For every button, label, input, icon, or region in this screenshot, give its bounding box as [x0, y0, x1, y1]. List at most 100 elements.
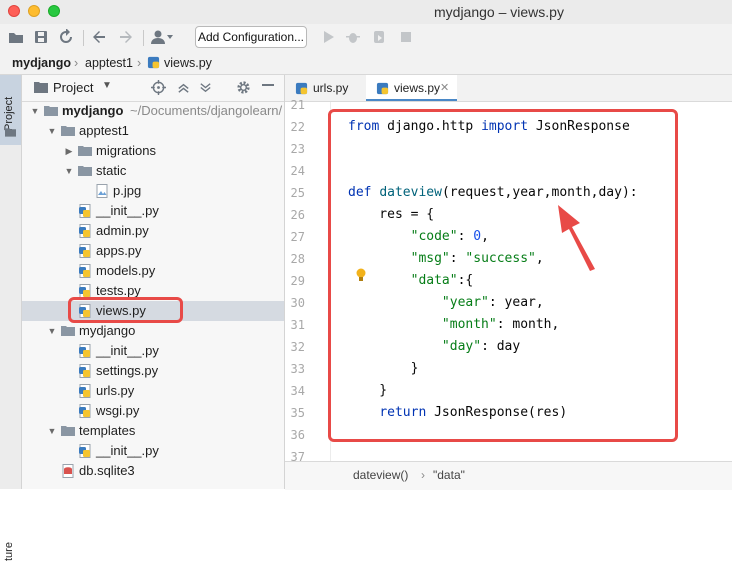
tree-selection-annotation [68, 297, 183, 323]
save-all-icon[interactable] [33, 29, 49, 45]
project-tool-tab[interactable]: Project [0, 75, 21, 145]
tree-item-label: __init__.py [96, 203, 159, 218]
breadcrumb-folder[interactable]: apptest1 [85, 56, 133, 70]
line-number: 21 [290, 98, 305, 112]
chevron-down-icon[interactable]: ▼ [47, 421, 57, 441]
line-number: 24 [290, 164, 305, 178]
annotation-arrow-icon [558, 205, 595, 271]
tree-item-label: mydjango [62, 103, 124, 118]
tree-item[interactable]: admin.py [22, 221, 284, 241]
close-icon[interactable]: ✕ [440, 75, 449, 101]
python-file-icon [79, 204, 91, 218]
toolbar-divider [83, 30, 84, 46]
python-file-icon [79, 364, 91, 378]
python-file-icon [295, 82, 308, 95]
tree-item[interactable]: __init__.py [22, 441, 284, 461]
editor-breadcrumb-bar: dateview() › "data" [285, 461, 732, 490]
toolbar-divider [143, 30, 144, 46]
tree-item-path: ~/Documents/djangolearn/ [130, 103, 283, 118]
tree-item[interactable]: urls.py [22, 381, 284, 401]
chevron-down-icon[interactable]: ▼ [30, 101, 40, 121]
tree-item[interactable]: apps.py [22, 241, 284, 261]
user-vcs-icon[interactable] [150, 29, 174, 45]
tree-item[interactable]: ▼ static [22, 161, 284, 181]
open-folder-icon[interactable] [8, 29, 24, 45]
tree-item[interactable]: ▼ mydjango ~/Documents/djangolearn/ [22, 101, 284, 121]
tree-item-label: migrations [96, 143, 156, 158]
folder-icon [61, 326, 75, 336]
python-file-icon [79, 244, 91, 258]
tree-item[interactable]: db.sqlite3 [22, 461, 284, 481]
folder-icon [61, 426, 75, 436]
tree-item[interactable]: p.jpg [22, 181, 284, 201]
tree-item[interactable]: wsgi.py [22, 401, 284, 421]
line-number: 28 [290, 252, 305, 266]
collapse-all-icon[interactable] [198, 80, 213, 95]
tree-item[interactable]: settings.py [22, 361, 284, 381]
locate-file-icon[interactable] [151, 80, 166, 95]
forward-arrow-icon[interactable] [118, 29, 134, 45]
line-number: 25 [290, 186, 305, 200]
tree-item[interactable]: __init__.py [22, 341, 284, 361]
python-file-icon [79, 224, 91, 238]
tree-item[interactable]: ▼ templates [22, 421, 284, 441]
breadcrumb-file[interactable]: views.py [164, 56, 212, 70]
expand-all-icon[interactable] [176, 80, 191, 95]
line-number: 33 [290, 362, 305, 376]
tab-label: urls.py [313, 81, 349, 95]
line-number: 34 [290, 384, 305, 398]
chevron-down-icon[interactable]: ▼ [64, 161, 74, 181]
editor-tabs: urls.py views.py ✕ [285, 75, 732, 102]
python-file-icon [79, 284, 91, 298]
project-panel-header: Project ▼ [22, 75, 284, 102]
python-file-icon [147, 56, 160, 69]
tree-item[interactable]: ▼ mydjango [22, 321, 284, 341]
tree-item[interactable]: models.py [22, 261, 284, 281]
run-with-coverage-icon[interactable] [371, 29, 387, 45]
tree-item[interactable]: ▼ apptest1 [22, 121, 284, 141]
debug-icon[interactable] [345, 29, 361, 45]
sync-icon[interactable] [58, 29, 74, 45]
chevron-down-icon[interactable]: ▼ [47, 121, 57, 141]
line-number: 32 [290, 340, 305, 354]
database-file-icon [62, 464, 74, 478]
breadcrumb-project[interactable]: mydjango [12, 56, 71, 70]
back-arrow-icon[interactable] [91, 29, 107, 45]
status-function[interactable]: dateview() [353, 468, 408, 482]
status-key[interactable]: "data" [433, 468, 465, 482]
chevron-down-icon[interactable]: ▼ [102, 80, 112, 91]
tab-views-py[interactable]: views.py ✕ [366, 75, 457, 101]
tree-item-label: admin.py [96, 223, 149, 238]
tree-item-label: __init__.py [96, 343, 159, 358]
chevron-down-icon[interactable]: ▼ [47, 321, 57, 341]
add-configuration-button[interactable]: Add Configuration... [195, 26, 307, 48]
chevron-right-icon[interactable]: ▶ [64, 141, 74, 161]
image-file-icon [96, 184, 108, 198]
stop-icon[interactable] [398, 29, 414, 45]
line-number: 35 [290, 406, 305, 420]
folder-icon [61, 126, 75, 136]
folder-icon [34, 82, 48, 93]
tree-item[interactable]: __init__.py [22, 201, 284, 221]
tree-item[interactable]: ▶ migrations [22, 141, 284, 161]
project-tool-label: Project [3, 96, 15, 131]
tree-item-label: mydjango [79, 323, 136, 338]
folder-icon [78, 146, 92, 156]
minimize-panel-icon[interactable] [262, 84, 274, 87]
tree-item-label: apps.py [96, 243, 142, 258]
run-icon[interactable] [320, 29, 336, 45]
tree-item-label: templates [79, 423, 136, 438]
line-number: 26 [290, 208, 305, 222]
project-panel-title[interactable]: Project [53, 80, 93, 95]
tree-item-label: db.sqlite3 [79, 463, 135, 478]
code-editor: urls.py views.py ✕ 21 22 23 24 25 26 27 28 29 30 3… [285, 75, 732, 490]
python-file-icon [79, 404, 91, 418]
line-number: 23 [290, 142, 305, 156]
tree-item-label: p.jpg [113, 183, 142, 198]
structure-tool-label[interactable]: ture [3, 542, 15, 561]
gear-icon[interactable] [236, 80, 251, 95]
line-number: 29 [290, 274, 305, 288]
annotation-box [328, 109, 678, 442]
python-file-icon [376, 82, 389, 95]
tree-item-label: urls.py [96, 383, 135, 398]
